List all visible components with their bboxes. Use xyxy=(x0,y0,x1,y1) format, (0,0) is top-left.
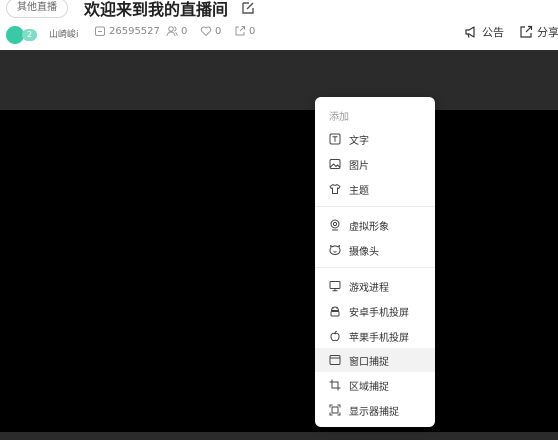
share-out-icon xyxy=(520,25,533,38)
menu-item-label: 安卓手机投屏 xyxy=(349,307,409,319)
menu-item-window-capture[interactable]: 窗口捕捉 xyxy=(315,348,435,372)
menu-header: 添加 xyxy=(329,112,349,123)
menu-item-game-process[interactable]: 游戏进程 xyxy=(315,274,435,298)
edit-title-icon[interactable] xyxy=(240,0,256,16)
monitor-icon xyxy=(329,281,341,292)
announcement-button[interactable]: 公告 xyxy=(464,24,504,40)
shares-count: 0 xyxy=(249,25,256,37)
window-icon xyxy=(329,355,341,365)
menu-item-label: 摄像头 xyxy=(349,246,379,258)
camera-icon xyxy=(329,245,341,255)
menu-item-apple-cast[interactable]: 苹果手机投屏 xyxy=(315,324,435,348)
menu-item-label: 显示器捕捉 xyxy=(349,406,399,418)
menu-item-label: 区域捕捉 xyxy=(349,381,389,393)
crop-icon xyxy=(329,379,341,391)
room-id-stat: 26595527 xyxy=(94,25,160,37)
menu-item-region-capture[interactable]: 区域捕捉 xyxy=(315,373,435,397)
menu-item-label: 虚拟形象 xyxy=(349,221,389,233)
menu-divider xyxy=(315,206,435,207)
shares-stat: 0 xyxy=(234,25,255,37)
room-header: 其他直播 欢迎来到我的直播间 2 山崎峻i 26595527 0 0 0 公告 … xyxy=(0,0,558,50)
streamer-info-bar: 2 山崎峻i 26595527 0 0 0 xyxy=(0,24,300,44)
apple-icon xyxy=(330,330,340,342)
android-icon xyxy=(330,306,340,317)
room-title: 欢迎来到我的直播间 xyxy=(84,0,229,19)
menu-item-label: 主题 xyxy=(349,185,369,197)
users-icon xyxy=(166,26,178,37)
room-id: 26595527 xyxy=(109,25,160,37)
image-icon xyxy=(329,159,341,169)
likes-stat: 0 xyxy=(200,25,221,37)
house-icon xyxy=(95,26,105,36)
menu-item-image[interactable]: 图片 xyxy=(315,152,435,176)
category-tag[interactable]: 其他直播 xyxy=(6,0,68,18)
menu-item-label: 窗口捕捉 xyxy=(349,356,389,368)
screen-capture-icon xyxy=(329,404,341,416)
preview-top-bar xyxy=(0,50,558,110)
likes-count: 0 xyxy=(215,25,222,37)
menu-item-android-cast[interactable]: 安卓手机投屏 xyxy=(315,299,435,323)
menu-item-label: 文字 xyxy=(349,135,369,147)
followers-count: 0 xyxy=(181,25,188,37)
menu-item-label: 图片 xyxy=(349,160,369,172)
followers-stat: 0 xyxy=(166,25,187,37)
level-badge: 2 xyxy=(22,29,38,41)
share-icon xyxy=(235,26,245,36)
megaphone-icon xyxy=(465,26,475,38)
menu-item-label: 苹果手机投屏 xyxy=(349,332,409,344)
menu-item-display-capture[interactable]: 显示器捕捉 xyxy=(315,398,435,422)
menu-item-label: 游戏进程 xyxy=(349,282,389,294)
username[interactable]: 山崎峻i xyxy=(49,27,79,40)
live-preview-canvas[interactable] xyxy=(0,110,558,432)
share-button[interactable]: 分享 xyxy=(519,24,558,40)
announcement-label: 公告 xyxy=(482,26,504,39)
heart-icon xyxy=(200,26,212,37)
menu-item-camera[interactable]: 摄像头 xyxy=(315,238,435,262)
menu-item-virtual-avatar[interactable]: 虚拟形象 xyxy=(315,213,435,237)
preview-bottom-bar xyxy=(0,432,558,440)
text-icon xyxy=(329,133,341,145)
menu-item-text[interactable]: 文字 xyxy=(315,127,435,151)
shirt-icon xyxy=(329,184,341,194)
add-source-menu: 添加 文字 图片 主题 虚拟形象 摄像头 游戏进程 安卓手机投屏 苹果手机投屏 … xyxy=(315,97,435,427)
menu-divider xyxy=(315,267,435,268)
share-label: 分享 xyxy=(537,26,558,39)
menu-item-theme[interactable]: 主题 xyxy=(315,177,435,201)
avatar-icon xyxy=(330,219,340,231)
